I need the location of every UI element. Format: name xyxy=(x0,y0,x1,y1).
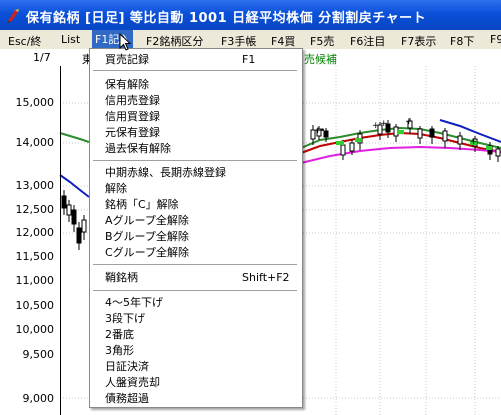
menu-item-shortcut: Shift+F2 xyxy=(242,271,290,284)
title-bar: 保有銘柄 [日足] 等比自動 1001 日経平均株価 分割割戻チャート xyxy=(0,0,501,30)
menu-item-spread-stock[interactable]: 鞘銘柄 Shift+F2 xyxy=(105,271,295,285)
menu-esc-quit[interactable]: Esc/終 xyxy=(8,33,41,48)
y-axis-line xyxy=(60,66,61,415)
menu-item-label: 買売記録 xyxy=(105,53,149,66)
menu-separator xyxy=(93,70,297,72)
menu-item-insolvency[interactable]: 債務超過 xyxy=(105,392,149,406)
svg-text:•: • xyxy=(320,126,325,136)
y-tick-label: 10,000 xyxy=(15,323,55,336)
svg-text:+: + xyxy=(380,119,388,129)
app-icon xyxy=(7,9,19,23)
menu-item-margin-buy-register[interactable]: 信用買登録 xyxy=(105,110,160,124)
menu-item-asset-sale[interactable]: 人盤資売却 xyxy=(105,376,160,390)
y-tick-label: 15,000 xyxy=(15,96,55,109)
y-tick-label: 9,000 xyxy=(22,392,55,405)
svg-text:+: + xyxy=(372,121,380,131)
menu-separator xyxy=(93,264,297,266)
menu-item-pattern-double-bottom[interactable]: 2番底 xyxy=(105,328,134,342)
menu-f6-watch[interactable]: F6注目 xyxy=(350,33,385,48)
menu-item-pattern-3-step-decline[interactable]: 3段下げ xyxy=(105,312,145,326)
svg-text:+: + xyxy=(470,137,478,147)
menu-item-shortcut: F1 xyxy=(242,53,256,66)
menu-f5-sell[interactable]: F5売 xyxy=(310,33,334,48)
y-tick-label: 12,000 xyxy=(15,226,55,239)
mouse-cursor-icon xyxy=(119,33,131,51)
menu-item-original-holding-register[interactable]: 元保有登録 xyxy=(105,126,160,140)
menu-separator xyxy=(93,290,297,292)
menu-f7-display[interactable]: F7表示 xyxy=(401,33,436,48)
menu-list[interactable]: List xyxy=(61,33,80,48)
menu-item-group-b-release-all[interactable]: Bグループ全解除 xyxy=(105,230,189,244)
menu-separator xyxy=(93,160,297,162)
menu-f9[interactable]: F9 xyxy=(490,33,501,48)
y-tick-label: 13,000 xyxy=(15,179,55,192)
y-tick-label: 11,000 xyxy=(15,274,55,287)
menu-item-group-c-release-all[interactable]: Cグループ全解除 xyxy=(105,246,189,260)
menu-item-release[interactable]: 解除 xyxy=(105,182,127,196)
menu-item-pattern-4-5-year-decline[interactable]: 4～5年下げ xyxy=(105,296,163,310)
window-title: 保有銘柄 [日足] 等比自動 1001 日経平均株価 分割割戻チャート xyxy=(26,11,427,26)
menu-item-buy-sell-record[interactable]: 買売記録 F1 xyxy=(105,53,295,67)
y-tick-label: 9,500 xyxy=(22,348,55,361)
menu-item-past-holding-release[interactable]: 過去保有解除 xyxy=(105,142,171,156)
menu-item-release-holding[interactable]: 保有解除 xyxy=(105,78,149,92)
menu-item-settlement[interactable]: 日証決済 xyxy=(105,360,149,374)
menu-item-margin-sell-register[interactable]: 信用売登録 xyxy=(105,94,160,108)
menu-f3-notebook[interactable]: F3手帳 xyxy=(221,33,256,48)
info-fragment-right: 売候補 xyxy=(304,53,337,66)
menu-item-red-line-register[interactable]: 中期赤線、長期赤線登録 xyxy=(105,166,226,180)
svg-text:+: + xyxy=(405,117,413,127)
page-indicator: 1/7 xyxy=(33,51,51,64)
menu-bar: Esc/終 List F1記入 F2銘柄区分 F3手帳 F4買 F5売 F6注目… xyxy=(0,30,501,50)
menu-f2-category[interactable]: F2銘柄区分 xyxy=(146,33,203,48)
menu-item-label: 鞘銘柄 xyxy=(105,271,138,284)
menu-item-group-a-release-all[interactable]: Aグループ全解除 xyxy=(105,214,189,228)
y-tick-label: 11,500 xyxy=(15,250,55,263)
y-tick-label: 12,500 xyxy=(15,203,55,216)
menu-f8-down[interactable]: F8下 xyxy=(450,33,474,48)
f1-record-dropdown: 買売記録 F1 保有解除 信用売登録 信用買登録 元保有登録 過去保有解除 中期… xyxy=(89,48,303,408)
menu-f4-buy[interactable]: F4買 xyxy=(271,33,295,48)
menu-item-stock-c-release[interactable]: 銘柄「C」解除 xyxy=(105,198,179,212)
y-tick-label: 10,500 xyxy=(15,299,55,312)
menu-item-pattern-triangle[interactable]: 3角形 xyxy=(105,344,134,358)
y-tick-label: 14,000 xyxy=(15,136,55,149)
